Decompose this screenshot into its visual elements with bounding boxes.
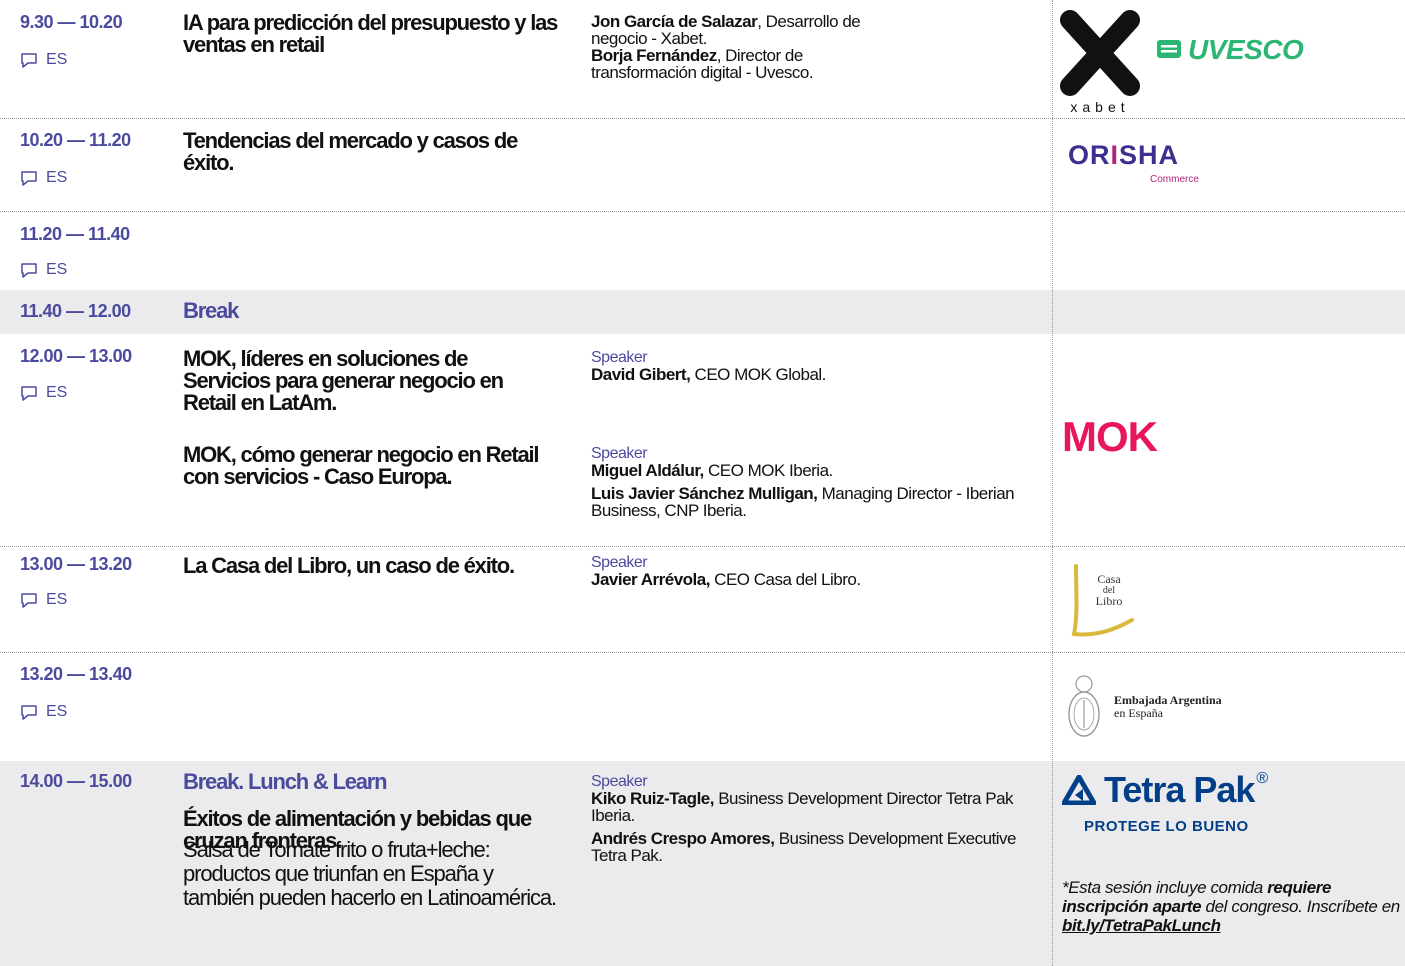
- xabet-wordmark: xabet: [1070, 99, 1130, 115]
- speaker-role: CEO MOK Global.: [690, 365, 827, 384]
- session-time: 9.30 — 10.20: [20, 12, 123, 32]
- session-time: 14.00 — 15.00: [20, 771, 132, 791]
- speaker-list: Speaker David Gibert, CEO MOK Global.: [591, 349, 1041, 384]
- language-label: ES: [46, 703, 68, 720]
- session-time: 13.20 — 13.40: [20, 664, 132, 684]
- speaker-role: CEO MOK Iberia.: [703, 461, 833, 480]
- embajada-line-2: en España: [1114, 706, 1163, 720]
- session-title: Tendencias del mercado y casos de éxito.: [183, 128, 518, 175]
- uvesco-logo: UVESCO: [1156, 34, 1304, 66]
- session-language: ES: [20, 261, 67, 279]
- speech-bubble-icon: [21, 704, 37, 720]
- orisha-wordmark-i: I: [1110, 140, 1120, 170]
- language-label: ES: [46, 591, 68, 608]
- session-title: Break. Lunch & Learn: [183, 769, 388, 794]
- separator: [0, 211, 1405, 212]
- session-time: 11.40 — 12.00: [20, 301, 131, 321]
- tetra-pak-logo: Tetra Pak ® PROTEGE LO BUENO: [1062, 770, 1322, 840]
- mok-logo: MOK: [1062, 413, 1158, 460]
- language-label: ES: [46, 261, 68, 278]
- speaker-name: Miguel Aldálur,: [591, 461, 704, 480]
- session-title: MOK, líderes en soluciones de Servicios …: [183, 346, 504, 415]
- xabet-x-mark: [1060, 10, 1140, 96]
- speech-bubble-icon: [21, 385, 37, 401]
- column-separator: [1052, 0, 1053, 966]
- lunch-note: *Esta sesión incluye comida requiere ins…: [1062, 878, 1402, 935]
- language-label: ES: [46, 51, 68, 68]
- speaker-name: Javier Arrévola,: [591, 570, 710, 589]
- orisha-wordmark-left: OR: [1068, 140, 1111, 170]
- tetra-pak-tagline: PROTEGE LO BUENO: [1084, 818, 1249, 835]
- session-time: 13.00 — 13.20: [20, 554, 132, 574]
- session-language: ES: [20, 169, 67, 187]
- speech-bubble-icon: [21, 262, 37, 278]
- cart-icon: [1157, 40, 1181, 58]
- speaker-list: Speaker Kiko Ruiz-Tagle, Business Develo…: [591, 773, 1041, 865]
- language-label: ES: [46, 384, 68, 401]
- speech-bubble-icon: [21, 592, 37, 608]
- embajada-argentina-logo: Embajada Argentina en España: [1064, 668, 1274, 746]
- speaker-label: Speaker: [591, 445, 648, 462]
- speaker-list: Speaker Miguel Aldálur, CEO MOK Iberia. …: [591, 445, 1041, 520]
- orisha-logo: ORISHA Commerce: [1068, 140, 1218, 190]
- session-time: 12.00 — 13.00: [20, 346, 132, 366]
- session-title: MOK, cómo generar negocio en Retail con …: [183, 442, 540, 489]
- tetra-pak-wordmark: Tetra Pak: [1104, 769, 1255, 810]
- xabet-logo: xabet: [1060, 10, 1140, 115]
- session-title: Break: [183, 298, 239, 323]
- orisha-wordmark-right: SHA: [1119, 140, 1180, 170]
- session-title: IA para predicción del presupuesto y las…: [183, 10, 558, 57]
- session-language: ES: [20, 384, 67, 402]
- speaker-list: Jon García de Salazar, Desarrollo de neg…: [591, 13, 881, 81]
- note-text: del congreso. Inscríbete en: [1201, 897, 1401, 916]
- tetra-pak-mark-icon: [1062, 775, 1096, 805]
- note-text: *Esta sesión incluye comida: [1062, 878, 1268, 897]
- language-label: ES: [46, 169, 68, 186]
- speaker-name: David Gibert,: [591, 365, 691, 384]
- session-description: Salsa de Tomate frito o fruta+leche: pro…: [183, 837, 557, 910]
- registered-mark: ®: [1256, 770, 1269, 787]
- session-language: ES: [20, 591, 67, 609]
- session-time: 11.20 — 11.40: [20, 224, 130, 244]
- casa-text: Casa: [1097, 572, 1121, 586]
- speaker-label: Speaker: [591, 554, 648, 571]
- separator: [0, 652, 1405, 653]
- session-title: La Casa del Libro, un caso de éxito.: [183, 553, 515, 578]
- orisha-subtitle: Commerce: [1150, 174, 1199, 185]
- session-language: ES: [20, 703, 67, 721]
- casa-del-libro-logo: Casa del Libro: [1066, 560, 1146, 642]
- speech-bubble-icon: [21, 170, 37, 186]
- separator: [0, 118, 1405, 119]
- speech-bubble-icon: [21, 52, 37, 68]
- libro-text: Libro: [1095, 594, 1123, 608]
- session-time: 10.20 — 11.20: [20, 130, 131, 150]
- speaker-list: Speaker Javier Arrévola, CEO Casa del Li…: [591, 554, 1041, 589]
- speaker-label: Speaker: [591, 349, 648, 366]
- session-language: ES: [20, 51, 67, 69]
- registration-link[interactable]: bit.ly/TetraPakLunch: [1062, 916, 1221, 935]
- coat-of-arms-icon: [1068, 675, 1100, 737]
- speaker-label: Speaker: [591, 773, 648, 790]
- uvesco-wordmark: UVESCO: [1188, 34, 1304, 65]
- separator: [0, 546, 1405, 547]
- speaker-role: CEO Casa del Libro.: [709, 570, 861, 589]
